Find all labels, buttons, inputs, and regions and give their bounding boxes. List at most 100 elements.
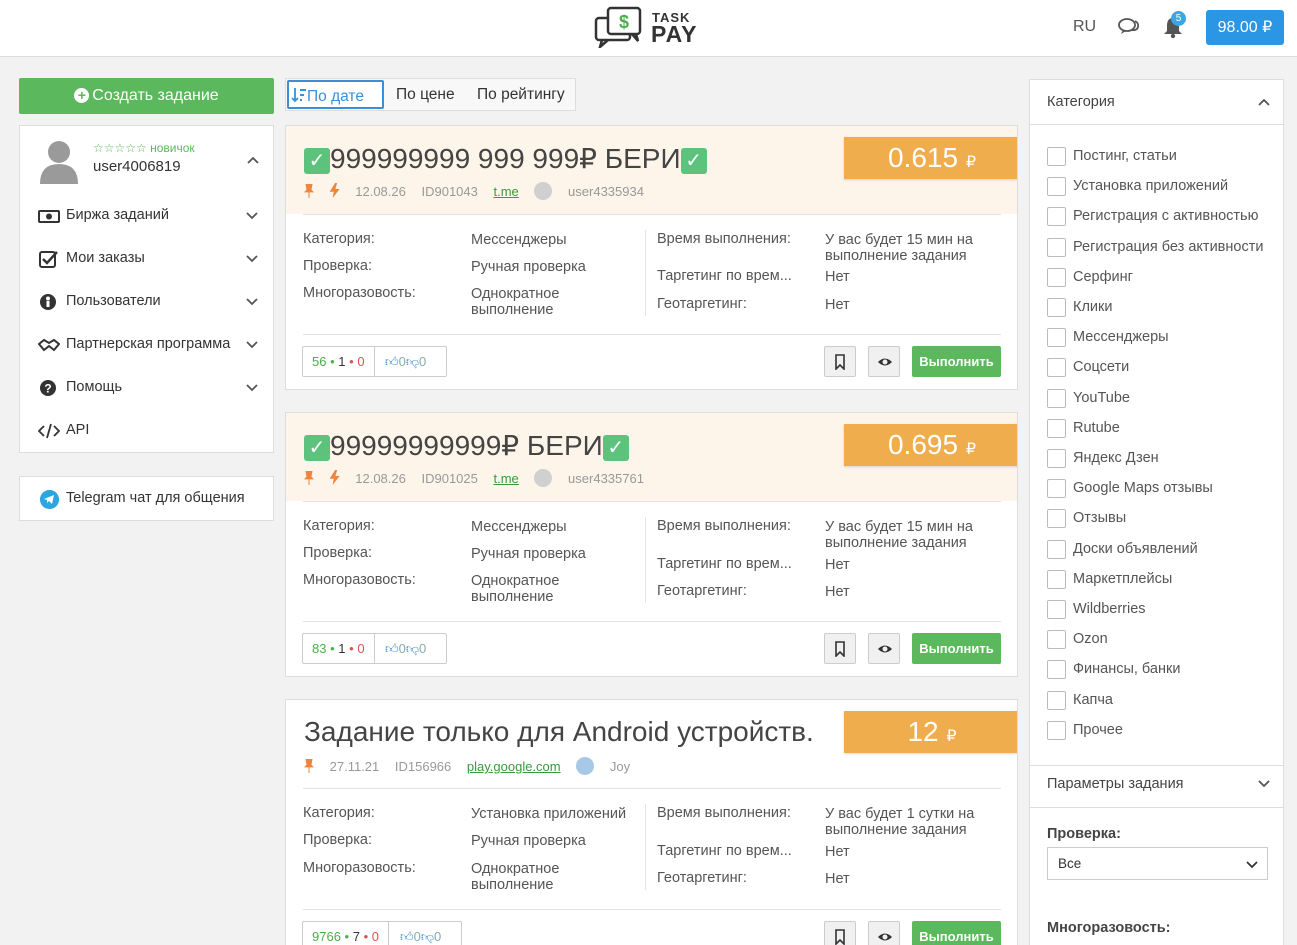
category-checkbox[interactable] bbox=[1047, 298, 1066, 317]
menu-item-api[interactable]: API bbox=[38, 421, 268, 443]
bolt-icon bbox=[329, 470, 340, 485]
completion-stats: 9766 • 7 • 0 bbox=[303, 922, 390, 945]
category-checkbox[interactable] bbox=[1047, 569, 1066, 589]
chat-icon[interactable] bbox=[1117, 16, 1141, 38]
task-card[interactable]: ✓ 999999999 999 999₽ БЕРИ ✓ 0.615 ₽ 12.08.… bbox=[285, 125, 1018, 390]
task-title[interactable]: Задание только для Android устройств. bbox=[304, 716, 814, 748]
chevron-up-icon[interactable] bbox=[247, 154, 259, 166]
divider bbox=[303, 214, 1001, 215]
task-date: 27.11.21 bbox=[329, 759, 380, 774]
tab-sort-date[interactable]: По дате bbox=[287, 80, 384, 109]
time-target-label: Таргетинг по врем... bbox=[657, 268, 792, 284]
user-name[interactable]: user4006819 bbox=[93, 158, 181, 175]
category-checkbox[interactable] bbox=[1047, 207, 1066, 227]
category-checkbox[interactable] bbox=[1047, 237, 1066, 257]
create-task-button[interactable]: + Создать задание bbox=[19, 78, 274, 114]
preview-button[interactable] bbox=[868, 346, 900, 377]
balance-button[interactable]: 98.00 ₽ bbox=[1206, 10, 1284, 45]
category-checkbox[interactable] bbox=[1047, 690, 1066, 710]
check-value: Ручная проверка bbox=[471, 546, 586, 562]
task-title[interactable]: ✓ 999999999 999 999₽ БЕРИ ✓ bbox=[304, 142, 707, 175]
stat-dot: • bbox=[330, 354, 335, 369]
task-link[interactable]: play.google.com bbox=[467, 759, 561, 774]
category-checkbox[interactable] bbox=[1047, 720, 1066, 740]
check-mark-icon: ✓ bbox=[680, 148, 707, 174]
category-checkbox-label: Финансы, банки bbox=[1073, 661, 1181, 678]
category-checkbox[interactable] bbox=[1047, 600, 1066, 619]
thumbs-up-icon[interactable]: 👍︎ bbox=[385, 354, 399, 369]
category-checkbox[interactable] bbox=[1047, 539, 1066, 559]
geo-label: Геотаргетинг: bbox=[657, 296, 747, 312]
task-author[interactable]: user4335761 bbox=[568, 471, 644, 486]
category-checkbox[interactable] bbox=[1047, 328, 1066, 348]
category-checkbox-label: Серфинг bbox=[1073, 268, 1133, 285]
svg-text:$: $ bbox=[619, 12, 629, 32]
category-filter-title: Категория bbox=[1047, 94, 1115, 110]
task-price: 12 ₽ bbox=[844, 711, 1017, 753]
tab-sort-price[interactable]: По цене bbox=[396, 79, 455, 110]
divider bbox=[303, 788, 1001, 789]
likes-count: 0 bbox=[398, 354, 406, 369]
menu-item-orders[interactable]: Мои заказы bbox=[38, 249, 268, 271]
category-checkbox[interactable] bbox=[1047, 358, 1066, 378]
category-checkbox[interactable] bbox=[1047, 660, 1066, 680]
category-checkbox[interactable] bbox=[1047, 267, 1066, 287]
category-checkbox[interactable] bbox=[1047, 479, 1066, 499]
check-filter-select[interactable]: Все bbox=[1047, 847, 1268, 880]
menu-item-help[interactable]: ? Помощь bbox=[38, 378, 268, 400]
check-mark-icon: ✓ bbox=[304, 435, 330, 461]
task-card[interactable]: ✓ 99999999999₽ БЕРИ ✓ 0.695 ₽ 12.08.26 ID9… bbox=[285, 412, 1018, 677]
category-checkbox[interactable] bbox=[1047, 418, 1066, 438]
menu-item-users[interactable]: Пользователи bbox=[38, 292, 268, 314]
bookmark-button[interactable] bbox=[824, 346, 856, 377]
category-filter-header[interactable]: Категория bbox=[1030, 80, 1283, 125]
bookmark-button[interactable] bbox=[824, 921, 856, 945]
divider bbox=[1030, 807, 1283, 808]
execute-button[interactable]: Выполнить bbox=[912, 346, 1001, 377]
thumbs-down-icon[interactable]: 👎︎ bbox=[406, 354, 419, 369]
chevron-down-icon[interactable] bbox=[1258, 779, 1270, 789]
category-value: Мессенджеры bbox=[471, 519, 567, 535]
preview-button[interactable] bbox=[868, 921, 900, 945]
category-checkbox[interactable] bbox=[1047, 449, 1066, 468]
task-title[interactable]: ✓ 99999999999₽ БЕРИ ✓ bbox=[304, 429, 629, 462]
language-switch[interactable]: RU bbox=[1073, 18, 1096, 36]
menu-item-label: Мои заказы bbox=[66, 250, 145, 266]
task-author[interactable]: Joy bbox=[610, 759, 630, 774]
thumbs-up-icon[interactable]: 👍︎ bbox=[400, 929, 414, 944]
menu-item-exchange[interactable]: Биржа заданий bbox=[38, 206, 268, 228]
task-link[interactable]: t.me bbox=[494, 184, 519, 199]
bolt-icon bbox=[329, 183, 340, 198]
geo-label: Геотаргетинг: bbox=[657, 870, 747, 886]
bookmark-button[interactable] bbox=[824, 633, 856, 664]
params-filter-title[interactable]: Параметры задания bbox=[1047, 776, 1184, 792]
category-checkbox[interactable] bbox=[1047, 177, 1066, 197]
menu-item-partner[interactable]: Партнерская программа bbox=[38, 335, 268, 357]
task-card[interactable]: Задание только для Android устройств. 12… bbox=[285, 699, 1018, 945]
taskpay-logo[interactable]: $ TASK PAY bbox=[594, 6, 704, 50]
task-author[interactable]: user4335934 bbox=[568, 184, 644, 199]
user-avatar[interactable] bbox=[38, 138, 80, 184]
divider bbox=[303, 909, 1001, 910]
execute-button[interactable]: Выполнить bbox=[912, 633, 1001, 664]
geo-value: Нет bbox=[825, 584, 850, 600]
telegram-chat-link[interactable]: Telegram чат для общения bbox=[19, 476, 274, 521]
handshake-icon bbox=[38, 338, 60, 352]
menu-item-label: API bbox=[66, 422, 90, 438]
ruble-sign: ₽ bbox=[965, 154, 977, 171]
category-checkbox[interactable] bbox=[1047, 388, 1066, 408]
preview-button[interactable] bbox=[868, 633, 900, 664]
category-checkbox[interactable] bbox=[1047, 509, 1066, 529]
thumbs-down-icon[interactable]: 👎︎ bbox=[406, 641, 419, 656]
tab-sort-rating[interactable]: По рейтингу bbox=[477, 79, 565, 110]
thumbs-up-icon[interactable]: 👍︎ bbox=[385, 641, 399, 656]
user-rank: ☆☆☆☆☆ новичок bbox=[93, 141, 195, 155]
category-checkbox[interactable] bbox=[1047, 630, 1066, 650]
thumbs-down-icon[interactable]: 👎︎ bbox=[421, 929, 434, 944]
category-checkbox[interactable] bbox=[1047, 147, 1066, 166]
task-title-text: 99999999999₽ БЕРИ bbox=[330, 430, 603, 461]
bookmark-icon bbox=[835, 929, 845, 945]
execute-button[interactable]: Выполнить bbox=[912, 921, 1001, 945]
divider bbox=[303, 621, 1001, 622]
task-link[interactable]: t.me bbox=[494, 471, 519, 486]
